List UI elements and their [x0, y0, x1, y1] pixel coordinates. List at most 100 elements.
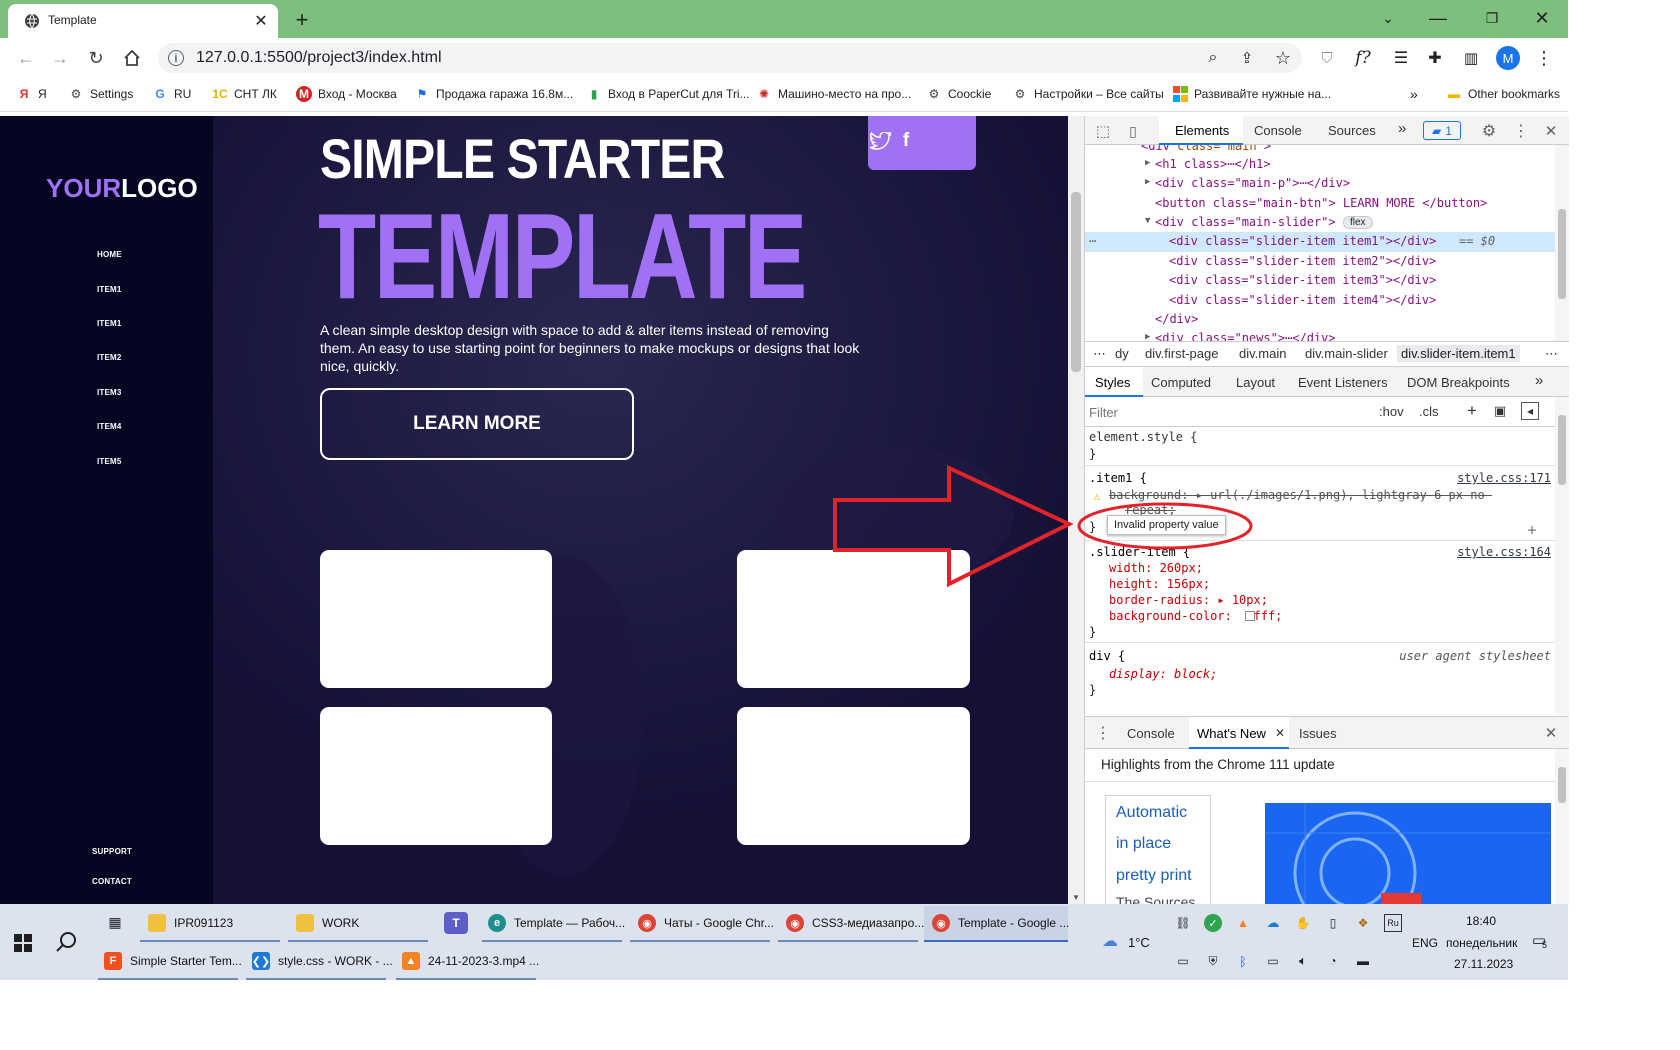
back-icon[interactable]: ←	[14, 46, 38, 70]
weather-temp[interactable]: 1°C	[1128, 935, 1150, 950]
clock-day[interactable]: понедельник	[1446, 936, 1517, 950]
zoom-icon[interactable]: ⌕	[1202, 47, 1224, 69]
toggle-sidebar-icon[interactable]: ◂	[1521, 402, 1539, 420]
toc-link[interactable]: in place	[1116, 835, 1171, 853]
bookmark-ya[interactable]: ЯЯ	[16, 86, 47, 102]
paint-brush-icon[interactable]: ▣	[1491, 402, 1509, 420]
dom-line-item1[interactable]: <div class="slider-item item1"></div>	[1169, 234, 1436, 248]
bookmark-snt[interactable]: 1C СНТ ЛК	[212, 86, 277, 102]
element-style-selector[interactable]: element.style {	[1089, 430, 1197, 444]
div-selector[interactable]: div {	[1089, 649, 1125, 663]
menu-kebab-icon[interactable]: ⋮	[1532, 46, 1556, 70]
dom-line-main-btn[interactable]: <button class="main-btn"> LEARN MORE </b…	[1155, 196, 1487, 210]
dom-line-main-slider[interactable]: <div class="main-slider">	[1155, 215, 1336, 229]
forward-icon[interactable]: →	[48, 46, 72, 70]
reload-icon[interactable]: ↻	[84, 46, 108, 70]
windows-start-icon[interactable]	[14, 934, 32, 952]
minimize-icon[interactable]: —	[1426, 6, 1450, 30]
bookmark-garage[interactable]: ⚑ Продажа гаража 16.8м...	[414, 86, 574, 102]
styles-filter-input[interactable]	[1089, 401, 1361, 423]
taskbar-item-figma[interactable]: F Simple Starter Tem...	[104, 952, 242, 970]
tray-app-icon[interactable]: ❖	[1354, 914, 1372, 932]
tray-onedrive-icon[interactable]: ☁	[1264, 914, 1282, 932]
taskbar-item-css3[interactable]: ◉ CSS3-медиазапро...	[786, 914, 924, 932]
dom-line-item2[interactable]: <div class="slider-item item2"></div>	[1169, 254, 1436, 268]
calculator-icon[interactable]: ▦	[106, 913, 124, 931]
drawer-scrollbar[interactable]	[1555, 749, 1569, 905]
flex-badge[interactable]: flex	[1343, 216, 1373, 229]
expand-triangle-icon[interactable]: ▶	[1145, 158, 1150, 168]
tab-sources[interactable]: Sources	[1328, 123, 1376, 138]
tab-styles[interactable]: Styles	[1095, 375, 1130, 390]
decl-border-radius[interactable]: border-radius: ▸ 10px;	[1109, 593, 1268, 607]
tray-vlc-icon[interactable]: ▲	[1234, 914, 1252, 932]
bookmark-papercut[interactable]: ▮ Вход в PaperCut для Tri...	[586, 86, 750, 102]
more-bookmarks-chevron[interactable]: »	[1410, 86, 1418, 102]
tray-display-icon[interactable]: ▭	[1174, 952, 1192, 970]
bookmark-ru[interactable]: G RU	[152, 86, 191, 102]
settings-gear-icon[interactable]: ⚙	[1479, 121, 1499, 141]
bookmark-moscow[interactable]: M Вход - Москва	[296, 86, 397, 102]
restore-icon[interactable]: ❐	[1480, 6, 1504, 30]
close-tab-icon[interactable]: ✕	[252, 12, 270, 30]
info-icon[interactable]: i	[168, 50, 184, 66]
list-extension-icon[interactable]: ☰	[1390, 47, 1412, 69]
bookmark-star-icon[interactable]: ☆	[1272, 47, 1294, 69]
nav-item1[interactable]: ITEM1	[97, 285, 122, 294]
hov-toggle[interactable]: :hov	[1379, 404, 1404, 419]
tab-event-listeners[interactable]: Event Listeners	[1298, 375, 1388, 390]
formula-extension-icon[interactable]: f?	[1350, 47, 1376, 69]
color-swatch[interactable]	[1245, 611, 1255, 621]
bookmark-parking[interactable]: ✺ Машино-место на про...	[756, 86, 911, 102]
breadcrumb-more-icon[interactable]: ⋯	[1093, 346, 1106, 362]
dom-line-item3[interactable]: <div class="slider-item item3"></div>	[1169, 273, 1436, 287]
dom-scrollbar[interactable]	[1555, 145, 1569, 341]
nav-item1-dup[interactable]: ITEM1	[97, 319, 122, 328]
more-tabs-chevron[interactable]: »	[1398, 120, 1406, 137]
tab-console[interactable]: Console	[1254, 123, 1302, 138]
taskbar-item-work[interactable]: WORK	[296, 914, 359, 932]
tray-volume-icon[interactable]: 🔈︎	[1294, 952, 1312, 970]
dom-scrollbar-thumb[interactable]	[1558, 209, 1566, 299]
tab-layout[interactable]: Layout	[1236, 375, 1275, 390]
drawer-tab-whats-new[interactable]: What's New	[1197, 726, 1266, 741]
collapse-triangle-icon[interactable]: ▼	[1145, 216, 1150, 226]
decl-background-color[interactable]: background-color: #fff;	[1109, 609, 1282, 623]
tray-network-icon[interactable]: ⛓	[1174, 914, 1192, 932]
shield-extension-icon[interactable]: ⛉	[1316, 47, 1338, 69]
twitter-icon[interactable]	[870, 132, 892, 150]
tab-elements[interactable]: Elements	[1175, 123, 1229, 138]
tab-computed[interactable]: Computed	[1151, 375, 1211, 390]
close-whats-new-icon[interactable]: ✕	[1273, 725, 1287, 741]
browser-tab[interactable]: Template ✕	[8, 4, 278, 38]
dom-row-dots-icon[interactable]: ⋯	[1089, 234, 1096, 248]
tab-search-icon[interactable]: ⌄	[1376, 6, 1400, 30]
breadcrumb-item[interactable]: div.first-page	[1145, 346, 1218, 361]
breadcrumb-item[interactable]: div.main-slider	[1305, 346, 1388, 361]
taskbar-item-vlc[interactable]: ▲ 24-11-2023-3.mp4 ...	[402, 952, 539, 970]
teams-icon[interactable]: T	[444, 912, 468, 934]
url-text[interactable]: 127.0.0.1:5500/project3/index.html	[196, 49, 442, 67]
breadcrumb-item[interactable]: dy	[1115, 346, 1129, 361]
bookmark-settings[interactable]: ⚙ Settings	[68, 86, 134, 102]
tray-wifi-icon[interactable]: ◔	[1324, 952, 1342, 970]
styles-scrollbar[interactable]	[1555, 397, 1569, 715]
nav-home[interactable]: HOME	[97, 250, 122, 259]
search-icon[interactable]	[56, 931, 78, 953]
bookmark-ms-learn[interactable]: Развивайте нужные на...	[1172, 86, 1331, 102]
new-tab-icon[interactable]: +	[290, 7, 314, 32]
dom-line-h1[interactable]: <h1 class>⋯</h1>	[1155, 157, 1271, 171]
devtools-menu-icon[interactable]: ⋮	[1511, 121, 1531, 141]
cls-toggle[interactable]: .cls	[1419, 404, 1439, 419]
dom-line-main[interactable]: <div class="main">	[1141, 145, 1271, 153]
drawer-tab-issues[interactable]: Issues	[1299, 726, 1337, 741]
slider-item-source-link[interactable]: style.css:164	[1457, 545, 1551, 559]
dom-line-item4[interactable]: <div class="slider-item item4"></div>	[1169, 293, 1436, 307]
whats-new-banner[interactable]	[1265, 803, 1551, 905]
toc-link[interactable]: pretty print	[1116, 867, 1192, 885]
taskbar-item-chats[interactable]: ◉ Чаты - Google Chr...	[638, 914, 774, 932]
other-bookmarks[interactable]: ▬ Other bookmarks	[1446, 86, 1560, 102]
share-icon[interactable]: ⇪	[1236, 47, 1258, 69]
expand-triangle-icon[interactable]: ▶	[1145, 177, 1150, 187]
drawer-tab-console[interactable]: Console	[1127, 726, 1175, 741]
